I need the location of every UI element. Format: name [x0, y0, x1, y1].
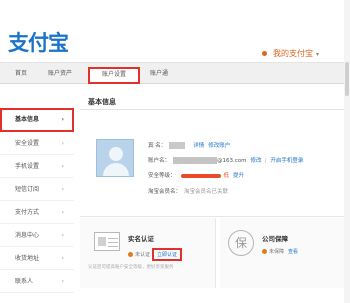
id-line-shape: [108, 242, 118, 243]
my-alipay-link[interactable]: 我的支付宝 ▾: [262, 48, 319, 59]
sidebar-item-basic-info[interactable]: 基本信息 ›: [0, 108, 74, 132]
security-label: 安全等级：: [148, 173, 176, 179]
avatar[interactable]: [96, 139, 134, 177]
top-nav: 首页 账户资产 账户设置 账户通: [0, 62, 350, 84]
chevron-right-icon: ›: [61, 163, 64, 170]
main-content: 基本信息 真 名： 详情 修改账户 账户名： @163.com 修改 | 开启手机登录 安全…: [80, 92, 350, 303]
tab-assets[interactable]: 账户资产: [48, 68, 72, 77]
sidebar-item-label: 支付方式: [15, 209, 40, 216]
scrollbar[interactable]: [344, 0, 350, 303]
masked-name: [169, 142, 186, 149]
sidebar-item-contacts[interactable]: 联系人 ›: [0, 270, 74, 293]
security-level-text: 低: [223, 173, 230, 179]
name-row: 真 名： 详情 修改账户: [148, 141, 230, 149]
tab-account-settings[interactable]: 账户设置: [88, 67, 140, 84]
security-row: 安全等级： 低提升: [148, 171, 244, 179]
chevron-right-icon: ›: [61, 116, 64, 123]
warning-icon: [262, 249, 267, 254]
enable-phone-login-link[interactable]: 开启手机登录: [270, 158, 303, 164]
sidebar-item-label: 消息中心: [15, 232, 40, 239]
sidebar-item-security[interactable]: 安全设置 ›: [0, 132, 74, 155]
warning-icon: [128, 252, 133, 257]
insurance-status-text: 未保障: [269, 249, 285, 255]
dot-icon: [262, 51, 267, 56]
sidebar-item-phone[interactable]: 手机设置 ›: [0, 155, 74, 178]
sidebar-item-messages[interactable]: 消息中心 ›: [0, 224, 74, 247]
divider: [80, 109, 348, 110]
view-insurance-link[interactable]: 查看: [288, 249, 298, 255]
sidebar-item-label: 收货地址: [15, 255, 40, 262]
tab-home[interactable]: 首页: [15, 68, 27, 77]
sidebar-item-label: 联系人: [15, 278, 34, 285]
chevron-right-icon: ›: [61, 140, 64, 147]
modify-account-name-link[interactable]: 修改: [251, 158, 262, 164]
account-value: @163.com: [217, 158, 247, 164]
separator: |: [264, 158, 267, 164]
realname-card: 实名认证 未认证 立即认证 认证后可提高账户安全等级，更好享受服务: [80, 218, 216, 288]
scrollbar-thumb[interactable]: [345, 62, 349, 96]
my-alipay-label: 我的支付宝: [273, 49, 313, 58]
sidebar-item-sms[interactable]: 短信订阅 ›: [0, 178, 74, 201]
id-line-shape: [108, 238, 118, 239]
divider: [80, 216, 348, 217]
avatar-body-shape: [103, 163, 129, 176]
avatar-head-shape: [109, 147, 123, 161]
chevron-right-icon: ›: [61, 209, 64, 216]
id-photo-shape: [98, 237, 106, 246]
chevron-right-icon: ›: [61, 186, 64, 193]
chevron-right-icon: ›: [61, 278, 64, 285]
alipay-logo[interactable]: 支付宝: [8, 33, 69, 54]
taobao-row: 淘宝会员名： 淘宝会员名已关联: [148, 187, 228, 195]
sidebar-item-payment[interactable]: 支付方式 ›: [0, 201, 74, 224]
sidebar-item-address[interactable]: 收货地址 ›: [0, 247, 74, 270]
insurance-icon: 保: [228, 230, 254, 256]
sidebar-item-label: 安全设置: [15, 140, 40, 147]
id-line-shape: [108, 246, 118, 247]
account-label: 账户名：: [148, 158, 171, 164]
page-title: 基本信息: [88, 98, 116, 106]
verify-now-button[interactable]: 立即认证: [152, 248, 183, 261]
realname-status-text: 未认证: [135, 252, 151, 258]
insurance-status: 未保障 查看: [262, 248, 298, 255]
taobao-label: 淘宝会员名：: [148, 189, 182, 195]
sidebar-item-label: 手机设置: [15, 163, 40, 170]
sidebar-item-label: 短信订阅: [15, 186, 40, 193]
header: 支付宝 我的支付宝 ▾: [0, 0, 350, 62]
raise-security-link[interactable]: 提升: [233, 173, 244, 179]
account-row: 账户名： @163.com 修改 | 开启手机登录: [148, 156, 303, 164]
security-strength-bar: [180, 173, 221, 178]
name-label: 真 名：: [148, 143, 167, 149]
realname-note: 认证后可提高账户安全等级，更好享受服务: [88, 265, 174, 270]
sidebar: 基本信息 › 安全设置 › 手机设置 › 短信订阅 › 支付方式 › 消息中心 › 收货地址…: [0, 108, 74, 293]
chevron-down-icon: ▾: [316, 51, 320, 58]
chevron-right-icon: ›: [61, 232, 64, 239]
sidebar-item-label: 基本信息: [15, 116, 40, 123]
chevron-right-icon: ›: [61, 255, 64, 262]
tab-account-pass[interactable]: 账户通: [150, 68, 168, 77]
masked-account: [173, 157, 218, 164]
realname-status: 未认证 立即认证: [128, 248, 183, 261]
taobao-value: 淘宝会员名已关联: [184, 189, 229, 195]
modify-account-link[interactable]: 修改账户: [208, 143, 230, 149]
name-detail-link[interactable]: 详情: [193, 143, 204, 149]
id-card-icon: [94, 232, 120, 251]
insurance-title: 公司保障: [262, 235, 288, 243]
insurance-card: 保 公司保障 未保障 查看: [220, 218, 348, 288]
realname-title: 实名认证: [128, 235, 154, 243]
